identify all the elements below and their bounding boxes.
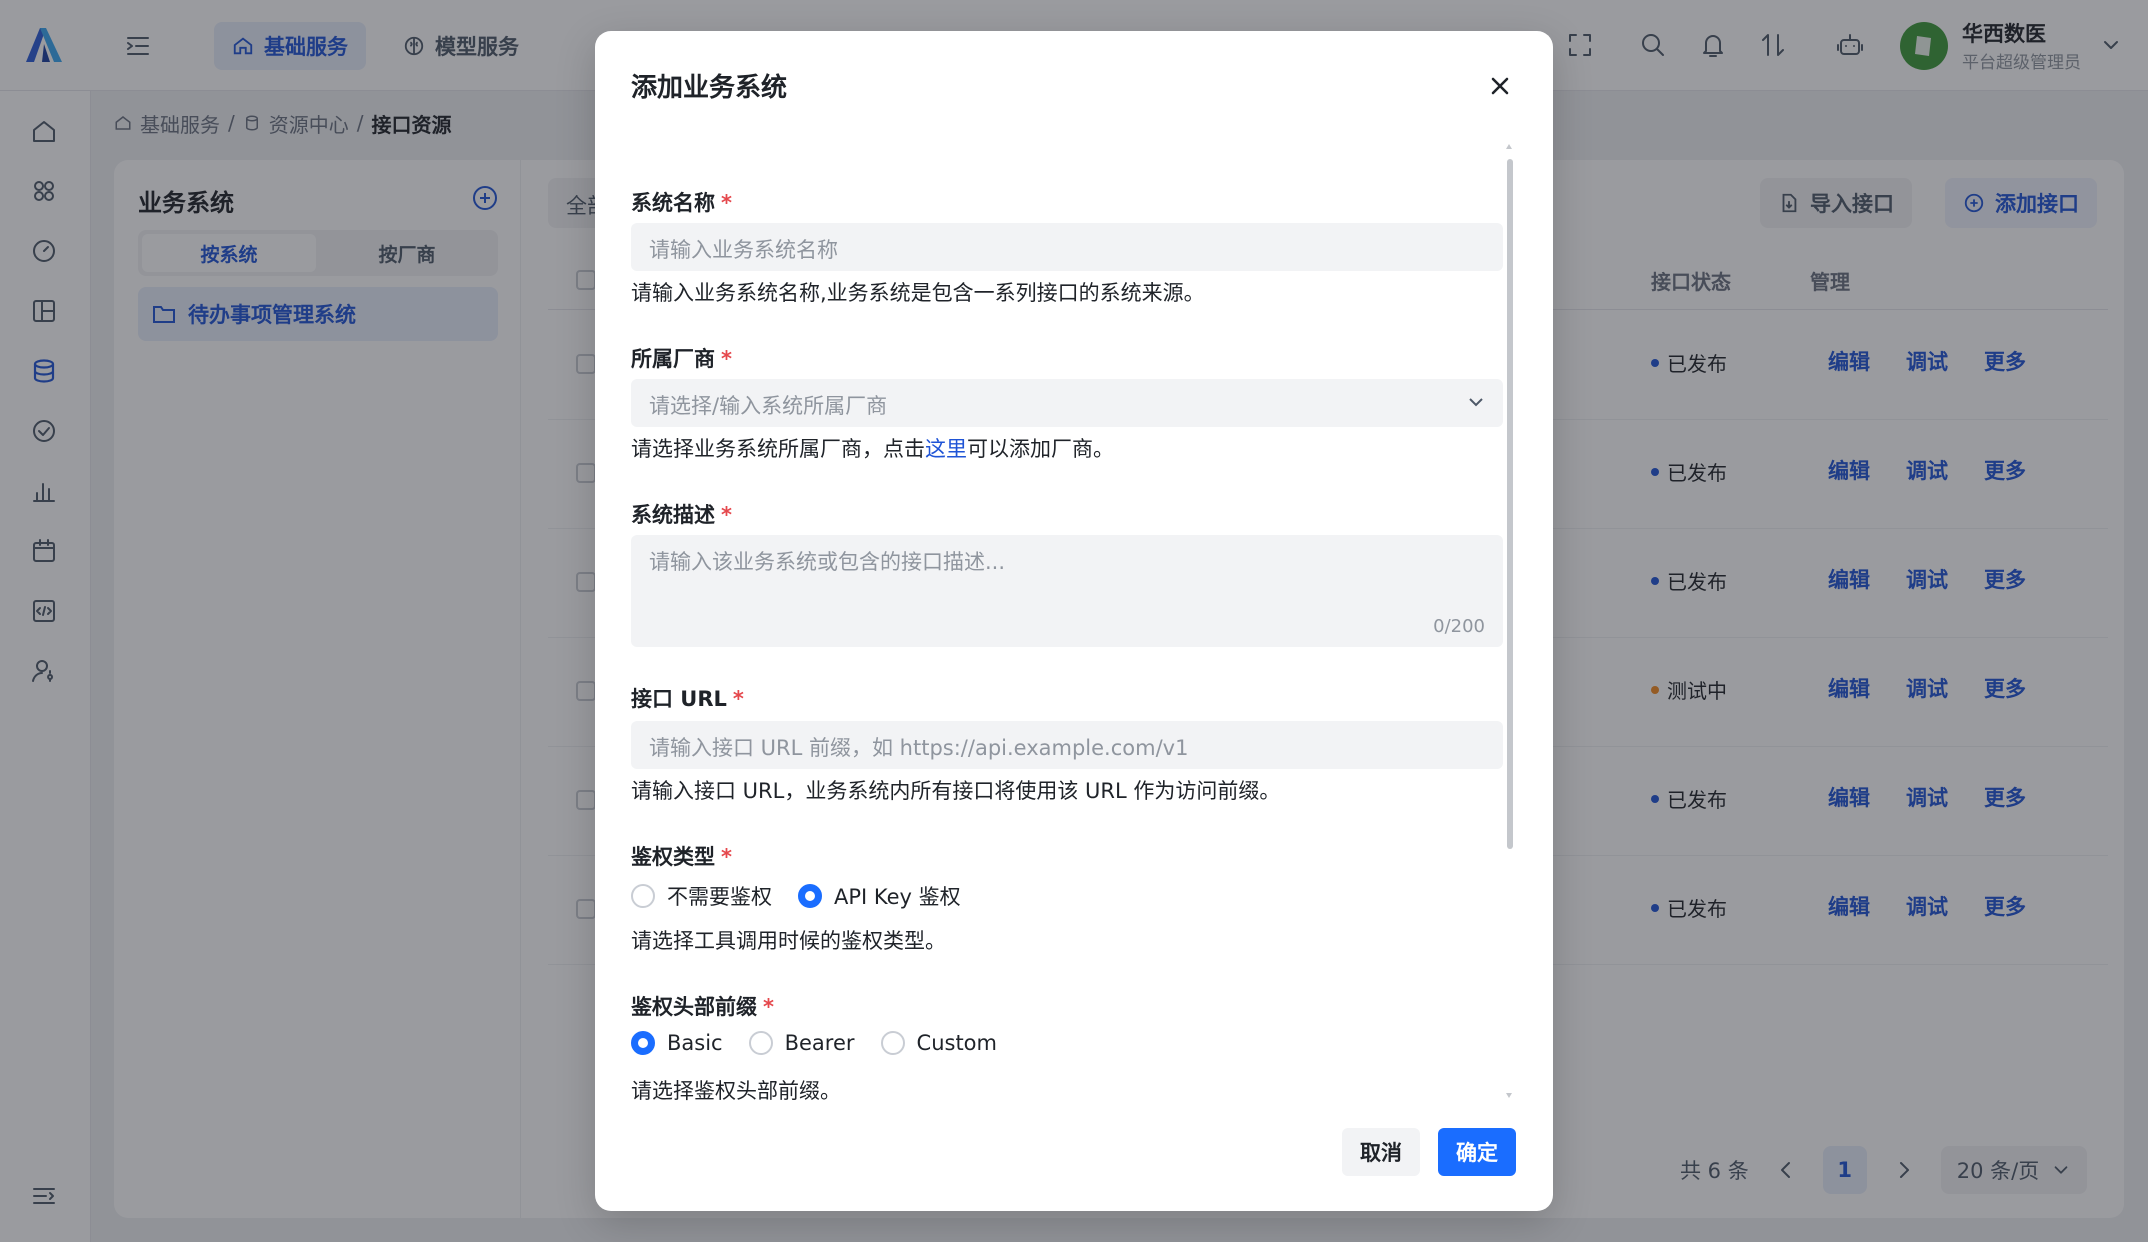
field-label-url: 接口 URL * [631, 687, 744, 711]
add-business-system-dialog: 添加业务系统 系统名称 * 请输入业务系统名称 请输入业务系统名称,业务系统是包含… [595, 31, 1553, 1211]
add-vendor-link[interactable]: 这里 [925, 437, 967, 461]
char-counter: 0/200 [1433, 616, 1485, 637]
radio-no-auth[interactable]: 不需要鉴权 [631, 881, 772, 911]
system-name-input[interactable]: 请输入业务系统名称 [631, 223, 1503, 271]
vendor-select[interactable]: 请选择/输入系统所属厂商 [631, 379, 1503, 427]
field-label-name: 系统名称 * [631, 191, 732, 215]
field-help-auth-type: 请选择工具调用时候的鉴权类型。 [631, 929, 946, 953]
scrollbar-thumb[interactable] [1507, 159, 1513, 849]
field-label-vendor: 所属厂商 * [631, 347, 732, 371]
description-textarea[interactable]: 请输入该业务系统或包含的接口描述... 0/200 [631, 535, 1503, 647]
description-placeholder: 请输入该业务系统或包含的接口描述... [649, 550, 1006, 574]
field-label-auth-type: 鉴权类型 * [631, 845, 732, 869]
cancel-button[interactable]: 取消 [1342, 1128, 1420, 1176]
field-label-auth-prefix: 鉴权头部前缀 * [631, 995, 774, 1019]
radio-bearer[interactable]: Bearer [748, 1031, 855, 1055]
auth-prefix-radio-group: Basic Bearer Custom [631, 1031, 997, 1055]
radio-api-key-auth[interactable]: API Key 鉴权 [798, 881, 961, 911]
radio-custom[interactable]: Custom [880, 1031, 997, 1055]
chevron-down-icon [1465, 391, 1487, 413]
field-help-name: 请输入业务系统名称,业务系统是包含一系列接口的系统来源。 [631, 281, 1205, 305]
url-input[interactable]: 请输入接口 URL 前缀，如 https://api.example.com/v… [631, 721, 1503, 769]
field-label-description: 系统描述 * [631, 503, 732, 527]
field-help-vendor: 请选择业务系统所属厂商，点击这里可以添加厂商。 [631, 437, 1114, 461]
auth-type-radio-group: 不需要鉴权 API Key 鉴权 [631, 881, 961, 911]
dialog-title: 添加业务系统 [631, 73, 788, 103]
dialog-body: 系统名称 * 请输入业务系统名称 请输入业务系统名称,业务系统是包含一系列接口的系… [595, 141, 1553, 1101]
radio-basic[interactable]: Basic [631, 1031, 723, 1055]
confirm-button[interactable]: 确定 [1438, 1128, 1516, 1176]
field-help-auth-prefix: 请选择鉴权头部前缀。 [631, 1079, 841, 1101]
field-help-url: 请输入接口 URL，业务系统内所有接口将使用该 URL 作为访问前缀。 [631, 779, 1281, 803]
vendor-select-placeholder: 请选择/输入系统所属厂商 [649, 394, 888, 418]
close-icon[interactable] [1485, 71, 1515, 101]
